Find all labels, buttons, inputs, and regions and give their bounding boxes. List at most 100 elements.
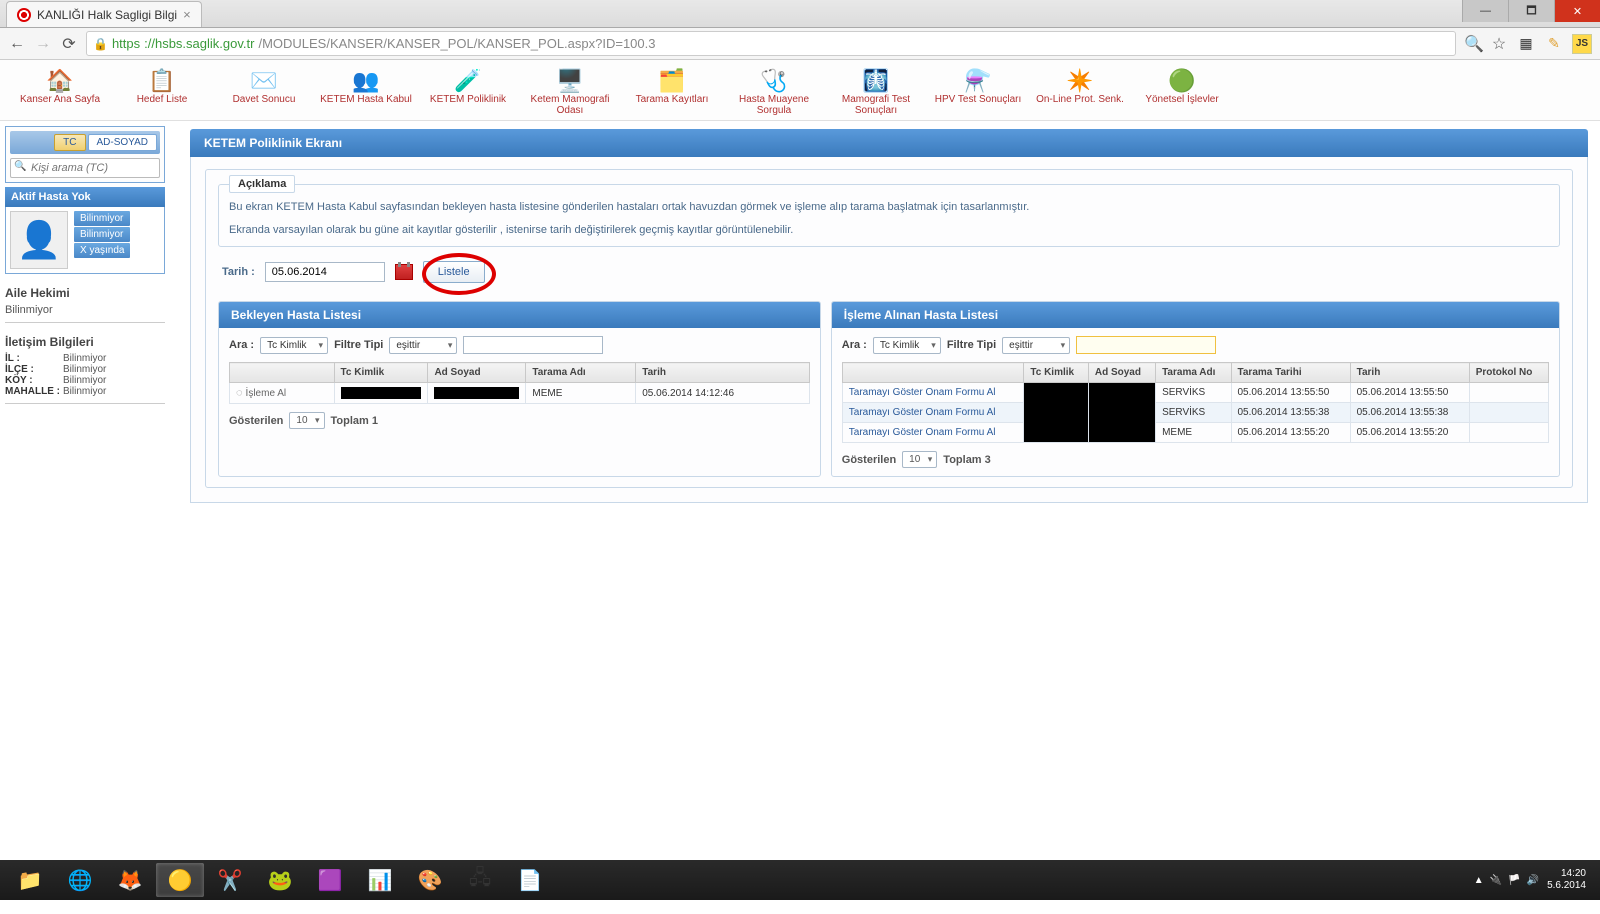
toolbar-item[interactable]: 🟢Yönetsel İşlevler (1132, 66, 1232, 118)
toolbar-icon: ✴️ (1032, 68, 1128, 94)
tray-icon[interactable]: ▲ (1474, 875, 1484, 886)
tarama-goster-link[interactable]: Taramayı Göster Onam Formu Al (849, 427, 996, 438)
listele-button[interactable]: Listele (423, 261, 485, 283)
tray-icon[interactable]: 🏳️ (1508, 875, 1520, 886)
ara-combo[interactable]: Tc Kimlik (873, 337, 941, 354)
search-input[interactable] (10, 158, 160, 178)
tarama-goster-link[interactable]: Taramayı Göster Onam Formu Al (849, 387, 996, 398)
star-icon[interactable]: ☆ (1490, 34, 1508, 54)
contact-row: MAHALLE :Bilinmiyor (5, 386, 165, 397)
col-header[interactable]: Tarih (1350, 363, 1469, 383)
browser-tab[interactable]: KANLIĞI Halk Sagligi Bilgi × (6, 1, 202, 27)
col-header[interactable] (230, 363, 335, 383)
col-header[interactable] (842, 363, 1024, 383)
table-row: Taramayı Göster Onam Formu Al MEME 05.06… (842, 423, 1548, 443)
toolbar-icon: 🟢 (1134, 68, 1230, 94)
col-header[interactable]: Tarih (636, 363, 810, 383)
col-header[interactable]: Tarama Adı (526, 363, 636, 383)
toolbar-item[interactable]: ✉️Davet Sonucu (214, 66, 314, 118)
sidebar-tab-tc[interactable]: TC (54, 134, 85, 151)
toolbar-item[interactable]: 🖥️Ketem Mamografi Odası (520, 66, 620, 118)
forward-icon[interactable]: → (34, 35, 52, 53)
tarama-goster-link[interactable]: Taramayı Göster Onam Formu Al (849, 407, 996, 418)
ext-js-icon[interactable]: JS (1572, 34, 1592, 54)
page-size-combo[interactable]: 10 (902, 451, 937, 468)
tray-icon[interactable]: 🔌 (1490, 875, 1502, 886)
toolbar-icon: 🩻 (828, 68, 924, 94)
col-header[interactable]: Protokol No (1469, 363, 1548, 383)
sidebar-tab-adsoyad[interactable]: AD-SOYAD (88, 134, 158, 151)
taskbar-app-icon[interactable]: 📄 (506, 863, 554, 897)
isleme-al-link[interactable]: İşleme Al (236, 387, 328, 399)
col-header[interactable]: Tc Kimlik (334, 363, 428, 383)
tray-icon[interactable]: 🔊 (1527, 875, 1539, 886)
toplam-label: Toplam 3 (943, 454, 990, 466)
ara-combo[interactable]: Tc Kimlik (260, 337, 328, 354)
filtre-combo[interactable]: eşittir (1002, 337, 1070, 354)
taskbar-app-icon[interactable]: 🐸 (256, 863, 304, 897)
taskbar-app-icon[interactable]: 🟪 (306, 863, 354, 897)
tarama-cell: MEME (1156, 423, 1231, 443)
url-field[interactable]: 🔒 https://hsbs.saglik.gov.tr/MODULES/KAN… (86, 31, 1456, 56)
tray-time: 14:20 (1547, 868, 1586, 880)
toolbar-icon: 🗂️ (624, 68, 720, 94)
col-header[interactable]: Ad Soyad (1088, 363, 1155, 383)
isleme-panel: İşleme Alınan Hasta Listesi Ara : Tc Kim… (831, 301, 1560, 477)
patient-tag: Bilinmiyor (74, 211, 130, 226)
toolbar-item[interactable]: ✴️On-Line Prot. Senk. (1030, 66, 1130, 118)
taskbar-app-icon[interactable]: 🎨 (406, 863, 454, 897)
toolbar-label: KETEM Hasta Kabul (318, 94, 414, 105)
toolbar-item[interactable]: 🏠Kanser Ana Sayfa (10, 66, 110, 118)
col-header[interactable]: Tc Kimlik (1024, 363, 1088, 383)
col-header[interactable]: Ad Soyad (428, 363, 526, 383)
taskbar-app-icon[interactable]: 🌐 (56, 863, 104, 897)
ext-dashboard-icon[interactable]: ▦ (1516, 34, 1536, 54)
tarih-label: Tarih : (222, 266, 255, 278)
address-bar: ← → ⟳ 🔒 https://hsbs.saglik.gov.tr/MODUL… (0, 28, 1600, 60)
window-close[interactable]: ✕ (1554, 0, 1600, 22)
toolbar-label: HPV Test Sonuçları (930, 94, 1026, 105)
calendar-icon[interactable] (395, 264, 413, 280)
toolbar-item[interactable]: 🗂️Tarama Kayıtları (622, 66, 722, 118)
col-header[interactable]: Tarama Adı (1156, 363, 1231, 383)
window-maximize[interactable]: 🗖 (1508, 0, 1554, 22)
filter-input[interactable] (1076, 336, 1216, 354)
search-icon[interactable]: 🔍 (1464, 34, 1482, 54)
aile-hekimi-header: Aile Hekimi (5, 286, 165, 300)
toolbar-label: Tarama Kayıtları (624, 94, 720, 105)
taskbar-app-icon[interactable]: 🦊 (106, 863, 154, 897)
filtre-combo[interactable]: eşittir (389, 337, 457, 354)
back-icon[interactable]: ← (8, 35, 26, 53)
reload-icon[interactable]: ⟳ (60, 34, 78, 54)
toolbar-item[interactable]: 🩺Hasta Muayene Sorgula (724, 66, 824, 118)
taskbar-app-icon[interactable]: ✂️ (206, 863, 254, 897)
table-row: Taramayı Göster Onam Formu Al SERVİKS 05… (842, 383, 1548, 403)
toolbar-item[interactable]: 🧪KETEM Poliklinik (418, 66, 518, 118)
col-header[interactable]: Tarama Tarihi (1231, 363, 1350, 383)
system-tray: ▲🔌🏳️🔊 14:20 5.6.2014 (1474, 868, 1594, 892)
toolbar-item[interactable]: 👥KETEM Hasta Kabul (316, 66, 416, 118)
ext-pencil-icon[interactable]: ✎ (1544, 34, 1564, 54)
toolbar-item[interactable]: ⚗️HPV Test Sonuçları (928, 66, 1028, 118)
taskbar-app-icon[interactable]: 📊 (356, 863, 404, 897)
isleme-table: Tc KimlikAd SoyadTarama AdıTarama Tarihi… (842, 362, 1549, 443)
taskbar-app-icon[interactable]: 📁 (6, 863, 54, 897)
filter-input[interactable] (463, 336, 603, 354)
toolbar-item[interactable]: 📋Hedef Liste (112, 66, 212, 118)
toolbar-item[interactable]: 🩻Mamografi Test Sonuçları (826, 66, 926, 118)
taskbar-app-icon[interactable]: 🟡 (156, 863, 204, 897)
tarih-cell: 05.06.2014 13:55:38 (1350, 403, 1469, 423)
bekleyen-header: Bekleyen Hasta Listesi (219, 302, 820, 328)
window-minimize[interactable]: — (1462, 0, 1508, 22)
tab-close-icon[interactable]: × (183, 7, 191, 22)
page-size-combo[interactable]: 10 (289, 412, 324, 429)
taskbar-app-icon[interactable]: 🖧 (456, 863, 504, 897)
contact-row: İLÇE :Bilinmiyor (5, 364, 165, 375)
aciklama-legend: Açıklama (229, 175, 295, 193)
toolbar-icon: ⚗️ (930, 68, 1026, 94)
contact-row: KÖY :Bilinmiyor (5, 375, 165, 386)
url-path: /MODULES/KANSER/KANSER_POL/KANSER_POL.as… (258, 36, 655, 51)
toolbar-label: Hedef Liste (114, 94, 210, 105)
url-proto: https (112, 36, 140, 51)
tarih-input[interactable] (265, 262, 385, 282)
